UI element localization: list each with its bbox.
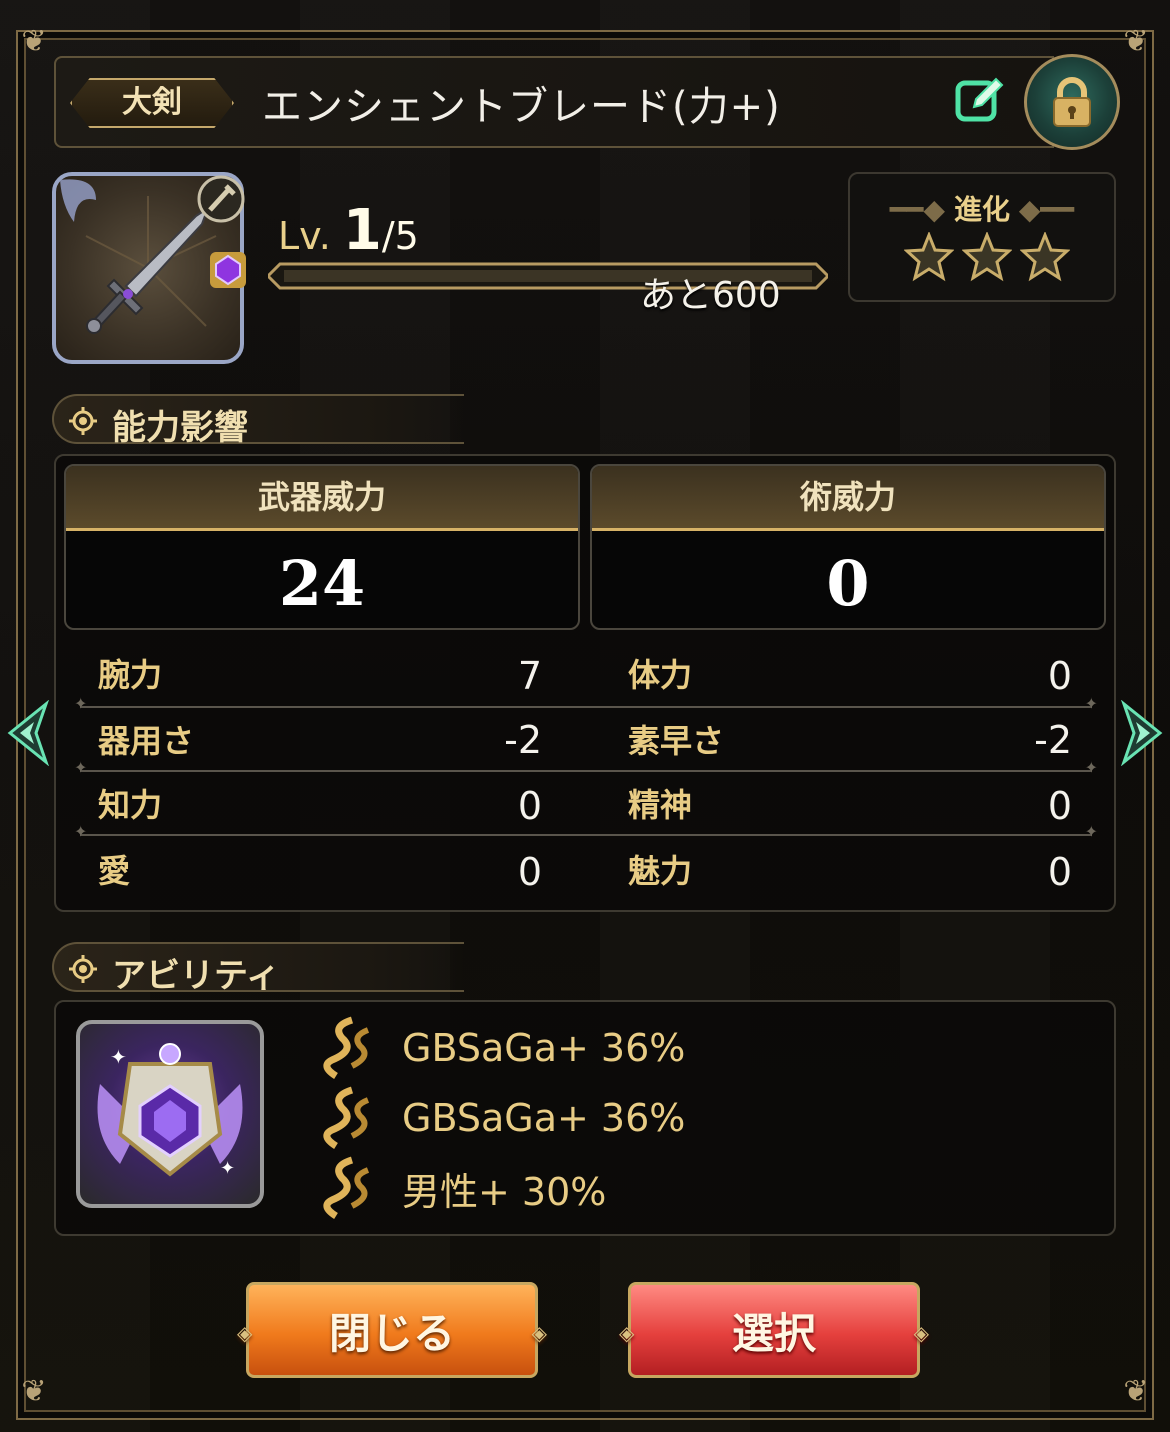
evolution-stars [904, 232, 1070, 282]
stat-label-dexterity: 器用さ [98, 722, 195, 760]
divider [74, 822, 1098, 841]
stat-label-strength: 腕力 [98, 656, 163, 694]
previous-arrow-icon[interactable] [6, 700, 52, 766]
divider [74, 694, 1098, 713]
stat-label-spirit: 精神 [628, 786, 693, 824]
section-title: アビリティ [112, 956, 280, 996]
edit-button[interactable] [950, 72, 1008, 128]
button-ornament-icon: ◈ [237, 1321, 253, 1345]
section-header-ability-influence: 能力影響 [52, 394, 464, 448]
corner-ornament-icon: ❦ [21, 1374, 47, 1409]
ability-text: GBSaGa+ 36% [402, 1026, 686, 1070]
saga-swirl-icon [323, 1086, 370, 1149]
stat-value-charm: 0 [1047, 850, 1072, 894]
svg-text:✦: ✦ [110, 1045, 127, 1069]
gear-icon [69, 955, 97, 983]
evolution-star-icon [904, 232, 954, 282]
gear-icon [69, 407, 97, 435]
weapon-name: エンシェントブレード(力+) [262, 84, 781, 130]
next-arrow-icon[interactable] [1118, 700, 1164, 766]
level-prefix: Lv. [278, 214, 331, 258]
ability-row: GBSaGa+ 36% [312, 1086, 685, 1150]
sword-type-icon [197, 175, 245, 223]
corner-ornament-icon: ❦ [21, 24, 47, 59]
ability-row: GBSaGa+ 36% [312, 1016, 685, 1080]
stat-value-vitality: 0 [1047, 654, 1072, 698]
evolution-star-icon [962, 232, 1012, 282]
stat-value-love: 0 [517, 850, 542, 894]
close-button-label: 閉じる [328, 1308, 455, 1358]
close-button[interactable]: ◈ 閉じる ◈ [237, 1282, 547, 1378]
stat-value-strength: 7 [517, 654, 542, 698]
saga-swirl-icon [323, 1016, 370, 1079]
exp-remaining: あと600 [640, 275, 781, 316]
level-max: /5 [381, 214, 419, 258]
button-ornament-icon: ◈ [531, 1321, 547, 1345]
svg-text:✦: ✦ [220, 1158, 235, 1179]
stat-label-charm: 魅力 [628, 852, 693, 890]
lock-icon [1053, 77, 1091, 127]
stat-value-spirit: 0 [1047, 784, 1072, 828]
edit-icon [955, 77, 1004, 122]
stat-value-intelligence: 0 [517, 784, 542, 828]
saga-swirl-icon [323, 1156, 370, 1219]
stat-value-dexterity: -2 [504, 718, 542, 762]
ability-text: 男性+ 30% [402, 1169, 607, 1214]
magic-power-label: 術威力 [592, 466, 1104, 531]
magic-power-box: 術威力 0 [590, 464, 1106, 630]
evolution-label-text: 進化 [953, 193, 1010, 226]
stat-label-agility: 素早さ [628, 722, 725, 760]
divider [74, 758, 1098, 777]
select-button[interactable]: ◈ 選択 ◈ [619, 1282, 929, 1378]
button-ornament-icon: ◈ [913, 1321, 929, 1345]
level-display: Lv. 1/5 [278, 198, 419, 263]
ability-text: GBSaGa+ 36% [402, 1096, 686, 1140]
section-title: 能力影響 [112, 408, 248, 448]
select-button-label: 選択 [731, 1308, 816, 1358]
evolution-star-icon [1020, 232, 1070, 282]
gem-icon [210, 252, 246, 288]
weapon-power-label: 武器威力 [66, 466, 578, 531]
stat-label-vitality: 体力 [628, 656, 693, 694]
magic-power-value: 0 [826, 547, 870, 620]
corner-ornament-icon: ❦ [1123, 1374, 1149, 1409]
corner-ornament-icon: ❦ [1123, 24, 1149, 59]
evolution-box: ━━◆ 進化 ◆━━ [848, 172, 1116, 302]
ability-emblem-icon: ✦ ✦ [76, 1020, 264, 1208]
level-current: 1 [342, 198, 382, 263]
weapon-power-value: 24 [278, 547, 366, 620]
section-header-abilities: アビリティ [52, 942, 464, 996]
button-ornament-icon: ◈ [619, 1321, 635, 1345]
stat-label-love: 愛 [98, 852, 131, 890]
ability-row: 男性+ 30% [312, 1156, 606, 1220]
evolution-label: ━━◆ 進化 ◆━━ [889, 193, 1075, 226]
weapon-power-box: 武器威力 24 [64, 464, 580, 630]
stat-value-agility: -2 [1034, 718, 1072, 762]
weapon-type-badge: 大剣 [70, 78, 234, 128]
stat-label-intelligence: 知力 [98, 786, 163, 824]
lock-button[interactable] [1024, 54, 1120, 150]
